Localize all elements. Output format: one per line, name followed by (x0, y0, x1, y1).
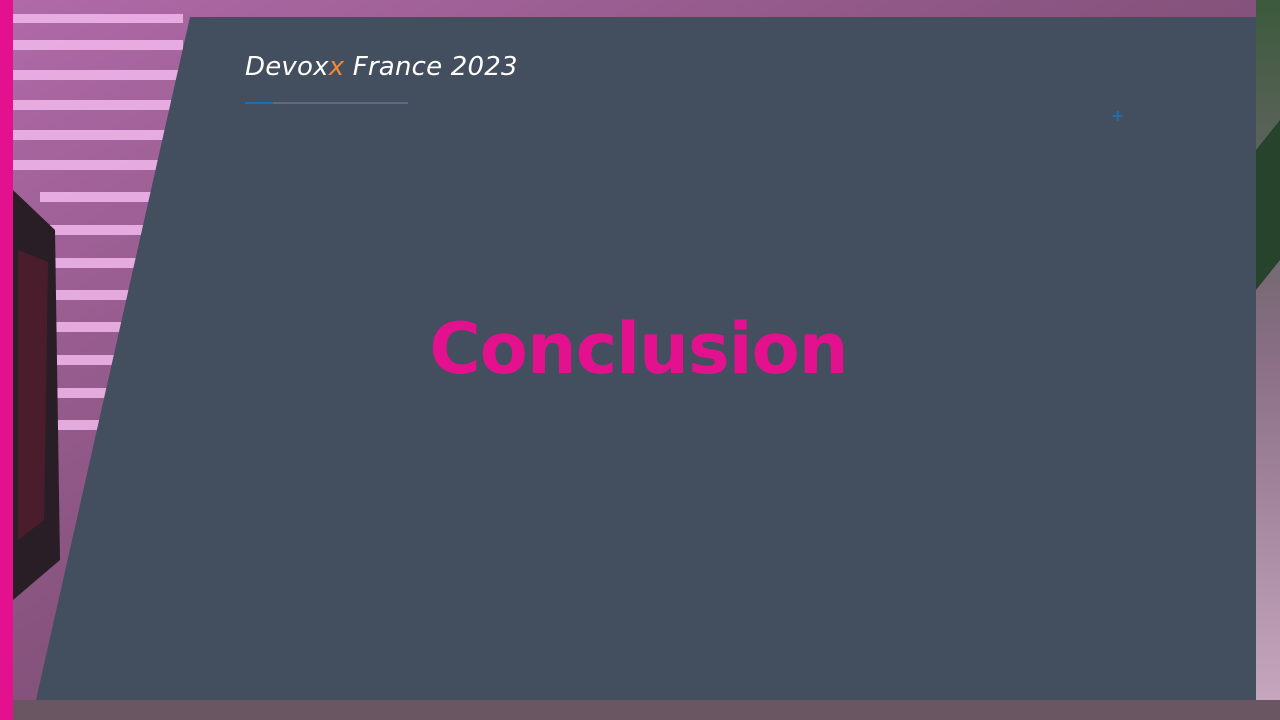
heading-container: Conclusion (0, 308, 1280, 390)
title-underline-accent (245, 102, 273, 104)
event-name-suffix: France 2023 (344, 52, 518, 82)
event-title: Devoxx France 2023 (245, 52, 518, 82)
plus-icon: + (1111, 106, 1125, 125)
event-name-prefix: Devox (245, 52, 329, 82)
slide-heading: Conclusion (429, 308, 848, 390)
slide: Devoxx France 2023 + Conclusion (0, 0, 1280, 720)
event-name-accent: x (328, 52, 345, 82)
